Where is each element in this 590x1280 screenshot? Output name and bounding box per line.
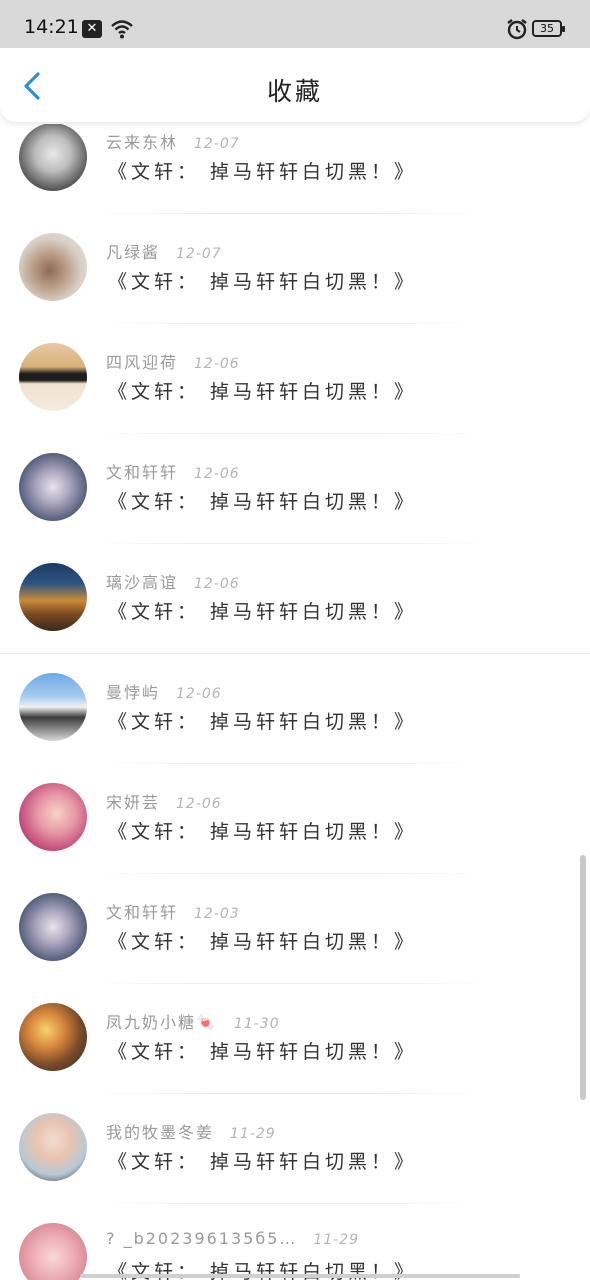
app-header: 收藏	[0, 48, 590, 122]
divider	[90, 1093, 490, 1094]
avatar	[19, 124, 87, 191]
user-name: 云来东林	[106, 133, 179, 152]
date: 12-03	[194, 906, 240, 922]
favorite-title: 《文轩： 掉马轩轩白切黑！》	[108, 161, 418, 183]
divider	[90, 433, 490, 434]
favorite-title: 《文轩： 掉马轩轩白切黑！》	[108, 1151, 418, 1173]
date: 12-06	[194, 356, 240, 372]
divider	[90, 983, 490, 984]
user-name: 宋妍芸	[106, 793, 161, 812]
status-bar: 14:21 ✕ 35	[0, 0, 590, 48]
divider	[90, 873, 490, 874]
battery-indicator: 35	[532, 20, 565, 37]
avatar	[19, 893, 87, 961]
status-time: 14:21	[24, 16, 79, 38]
divider	[90, 763, 490, 764]
date: 11-29	[313, 1232, 360, 1248]
favorite-title: 《文轩： 掉马轩轩白切黑！》	[108, 601, 418, 623]
user-name: 文和轩轩	[106, 903, 179, 922]
x-mark-icon: ✕	[82, 20, 102, 38]
date: 12-07	[176, 246, 222, 262]
divider	[90, 1203, 490, 1204]
date: 11-30	[233, 1016, 280, 1032]
favorite-title: 《文轩： 掉马轩轩白切黑！》	[108, 711, 418, 733]
avatar	[19, 673, 87, 741]
avatar	[19, 783, 87, 851]
divider	[90, 543, 490, 544]
user-name: 璃沙高谊	[106, 573, 179, 592]
avatar	[19, 1113, 87, 1181]
user-name: 文和轩轩	[106, 463, 179, 482]
user-name: 凡绿酱	[106, 243, 161, 262]
favorite-title: 《文轩： 掉马轩轩白切黑！》	[108, 381, 418, 403]
user-name: ? _b202396135б5…	[106, 1229, 298, 1248]
avatar	[19, 453, 87, 521]
date: 12-06	[194, 576, 240, 592]
avatar	[19, 343, 87, 411]
divider	[90, 323, 490, 324]
user-name: 我的牧墨冬姜	[106, 1123, 215, 1142]
home-indicator[interactable]	[80, 1274, 520, 1278]
alarm-clock-icon	[506, 18, 528, 40]
favorite-title: 《文轩： 掉马轩轩白切黑！》	[108, 1041, 418, 1063]
date: 12-06	[176, 796, 222, 812]
avatar	[19, 1223, 87, 1280]
scrollbar[interactable]	[580, 855, 586, 1100]
avatar	[19, 563, 87, 631]
favorites-list[interactable]: 云来东林 12-07 《文轩： 掉马轩轩白切黑！》 凡绿酱 12-07 《文轩： 掉…	[0, 124, 590, 1280]
avatar	[19, 1003, 87, 1071]
date: 12-07	[194, 136, 240, 152]
wifi-icon	[110, 18, 134, 40]
list-item[interactable]: ? _b202396135б5… 11-29 《文轩： 掉马轩轩白切黑！》	[0, 1219, 590, 1280]
user-name: 四风迎荷	[106, 353, 179, 372]
favorite-title: 《文轩： 掉马轩轩白切黑！》	[108, 271, 418, 293]
user-name: 凤九奶小糖🍬	[106, 1013, 218, 1032]
page-title: 收藏	[266, 77, 323, 106]
divider	[0, 653, 590, 654]
user-name: 曼悖屿	[106, 683, 161, 702]
favorite-title: 《文轩： 掉马轩轩白切黑！》	[108, 821, 418, 843]
avatar	[19, 233, 87, 301]
date: 11-29	[230, 1126, 276, 1142]
favorite-title: 《文轩： 掉马轩轩白切黑！》	[108, 491, 418, 513]
date: 12-06	[194, 466, 240, 482]
date: 12-06	[176, 686, 222, 702]
divider	[90, 213, 490, 214]
favorite-title: 《文轩： 掉马轩轩白切黑！》	[108, 931, 418, 953]
